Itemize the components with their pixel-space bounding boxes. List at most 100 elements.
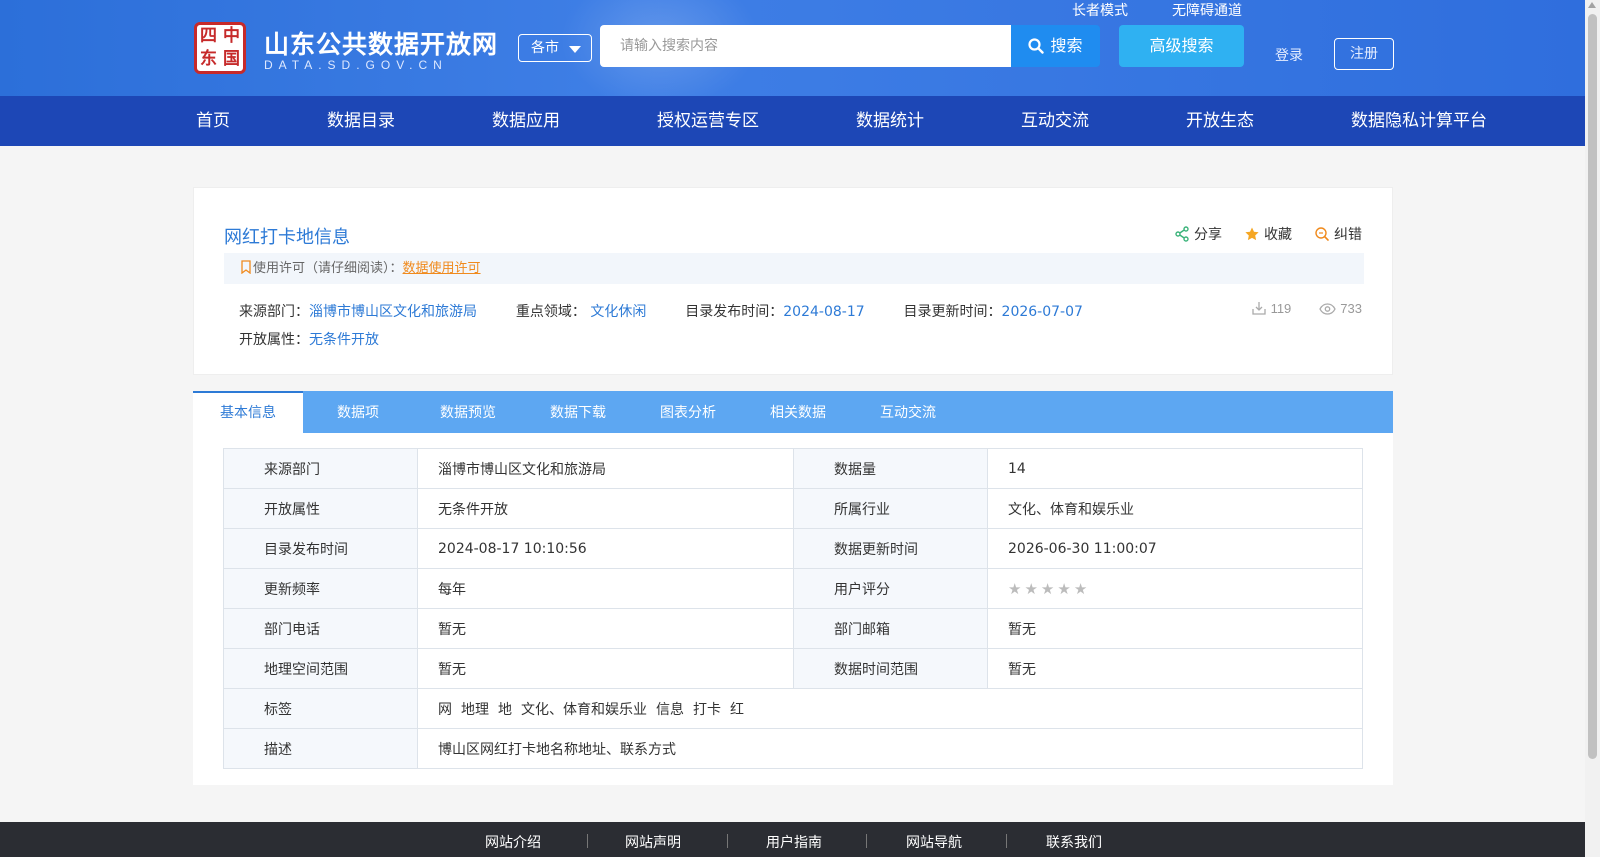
dataset-actions: 分享 收藏 纠错: [1174, 224, 1362, 244]
nav-item-home[interactable]: 首页: [196, 96, 230, 146]
row-value: 淄博市博山区文化和旅游局: [417, 448, 794, 489]
row-key: 用户评分: [793, 568, 988, 609]
nav-item-authorized-ops[interactable]: 授权运营专区: [657, 96, 759, 146]
row-value: 暂无: [987, 648, 1363, 689]
city-select[interactable]: 各市: [518, 34, 592, 62]
footer-link-sitemap[interactable]: 网站导航: [906, 832, 962, 852]
row-key: 所属行业: [793, 488, 988, 529]
source-label: 来源部门：: [239, 304, 309, 320]
scroll-up-icon[interactable]: [1588, 2, 1596, 8]
dataset-summary-card: 网红打卡地信息 分享 收藏 纠错 使用许可（请仔细阅读）：数据使用许可 来源部门…: [193, 187, 1393, 375]
rating-stars[interactable]: ★ ★ ★ ★ ★: [1008, 580, 1087, 598]
download-count-value: 119: [1270, 300, 1292, 316]
favorite-label: 收藏: [1264, 227, 1292, 243]
favorite-button[interactable]: 收藏: [1244, 224, 1292, 244]
chevron-down-icon: [569, 46, 581, 53]
footer-divider: [727, 834, 728, 848]
footer-link-about[interactable]: 网站介绍: [485, 832, 541, 852]
row-value: 暂无: [417, 608, 794, 649]
tab-data-items[interactable]: 数据项: [303, 391, 413, 433]
tag-item[interactable]: 信息: [656, 702, 684, 718]
tab-data-download[interactable]: 数据下载: [523, 391, 633, 433]
license-link[interactable]: 数据使用许可: [403, 261, 481, 276]
accessible-mode-link[interactable]: 无障碍通道: [1172, 0, 1242, 20]
row-value: 14: [987, 448, 1363, 489]
logo-seal-char: 四: [200, 26, 217, 46]
tab-chart-analysis[interactable]: 图表分析: [633, 391, 743, 433]
row-key: 标签: [223, 688, 418, 729]
report-error-button[interactable]: 纠错: [1314, 224, 1362, 244]
tab-related-data[interactable]: 相关数据: [743, 391, 853, 433]
share-icon: [1175, 226, 1189, 242]
star-icon: [1245, 227, 1259, 241]
row-key: 数据更新时间: [793, 528, 988, 569]
description-value: 博山区网红打卡地名称地址、联系方式: [417, 728, 1363, 769]
tag-item[interactable]: 地: [498, 702, 512, 718]
star-icon[interactable]: ★: [1057, 580, 1070, 598]
tab-interaction[interactable]: 互动交流: [853, 391, 963, 433]
detail-tabs: 基本信息 数据项 数据预览 数据下载 图表分析 相关数据 互动交流: [193, 391, 1393, 433]
row-value: 无条件开放: [417, 488, 794, 529]
row-key: 目录发布时间: [223, 528, 418, 569]
row-value: 2026-06-30 11:00:07: [987, 528, 1363, 569]
license-bar: 使用许可（请仔细阅读）：数据使用许可: [224, 253, 1364, 284]
nav-item-interaction[interactable]: 互动交流: [1021, 96, 1089, 146]
dataset-meta-row-2: 开放属性：无条件开放: [239, 329, 379, 349]
logo-seal-icon[interactable]: 四 中 东 国: [194, 22, 246, 74]
tags-cell: 网地理地文化、体育和娱乐业 信息 打卡红: [417, 688, 1363, 729]
star-icon[interactable]: ★: [1074, 580, 1087, 598]
nav-item-catalog[interactable]: 数据目录: [327, 96, 395, 146]
search-input[interactable]: [600, 25, 1011, 67]
elder-mode-link[interactable]: 长者模式: [1072, 0, 1128, 20]
tag-item[interactable]: 网: [438, 702, 452, 718]
share-button[interactable]: 分享: [1174, 224, 1222, 244]
nav-item-statistics[interactable]: 数据统计: [856, 96, 924, 146]
nav-item-ecosystem[interactable]: 开放生态: [1186, 96, 1254, 146]
open-attr-label: 开放属性：: [239, 332, 309, 348]
eye-icon: [1319, 303, 1337, 315]
nav-item-privacy-computing[interactable]: 数据隐私计算平台: [1351, 96, 1487, 146]
row-key: 部门邮箱: [793, 608, 988, 649]
table-row: 部门电话 暂无 部门邮箱 暂无: [223, 608, 1363, 649]
star-icon[interactable]: ★: [1041, 580, 1054, 598]
tag-item[interactable]: 打卡: [693, 702, 721, 718]
table-row: 目录发布时间 2024-08-17 10:10:56 数据更新时间 2026-0…: [223, 528, 1363, 569]
tab-data-preview[interactable]: 数据预览: [413, 391, 523, 433]
row-key: 来源部门: [223, 448, 418, 489]
tag-item[interactable]: 文化、体育和娱乐业: [521, 702, 647, 718]
tab-basic-info[interactable]: 基本信息: [193, 391, 303, 433]
city-select-label: 各市: [531, 40, 559, 56]
footer-link-contact[interactable]: 联系我们: [1046, 832, 1102, 852]
field-label: 重点领域：: [515, 304, 586, 320]
footer-link-guide[interactable]: 用户指南: [766, 832, 822, 852]
table-row: 更新频率 每年 用户评分 ★ ★ ★ ★ ★: [223, 568, 1363, 609]
register-button[interactable]: 注册: [1334, 38, 1394, 70]
footer-divider: [866, 834, 867, 848]
site-title[interactable]: 山东公共数据开放网: [264, 25, 498, 61]
row-key: 更新频率: [223, 568, 418, 609]
logo-seal-char: 国: [223, 49, 240, 69]
main-nav: 首页 数据目录 数据应用 授权运营专区 数据统计 互动交流 开放生态 数据隐私计…: [0, 96, 1585, 146]
star-icon[interactable]: ★: [1008, 580, 1021, 598]
tag-item[interactable]: 红: [730, 702, 744, 718]
page-scrollbar[interactable]: [1585, 0, 1600, 857]
row-value: 暂无: [417, 648, 794, 689]
search-button[interactable]: 搜索: [1011, 25, 1100, 67]
dataset-meta-row-1: 来源部门：淄博市博山区文化和旅游局 重点领域： 文化休闲 目录发布时间：2024…: [239, 301, 1083, 321]
tag-item[interactable]: 地理: [461, 702, 489, 718]
logo-seal-char: 中: [223, 26, 240, 46]
footer-divider: [1006, 834, 1007, 848]
table-row: 地理空间范围 暂无 数据时间范围 暂无: [223, 648, 1363, 689]
search-box: [600, 25, 1011, 67]
scrollbar-thumb[interactable]: [1588, 14, 1597, 759]
field-value[interactable]: 文化休闲: [590, 304, 646, 320]
search-icon: [1028, 38, 1045, 54]
star-icon[interactable]: ★: [1024, 580, 1037, 598]
nav-item-apps[interactable]: 数据应用: [492, 96, 560, 146]
dataset-stats: 119 733: [1251, 300, 1362, 316]
footer-link-statement[interactable]: 网站声明: [625, 832, 681, 852]
login-link[interactable]: 登录: [1275, 45, 1303, 65]
source-value[interactable]: 淄博市博山区文化和旅游局: [309, 304, 477, 320]
table-row: 描述 博山区网红打卡地名称地址、联系方式: [223, 728, 1363, 769]
advanced-search-button[interactable]: 高级搜索: [1119, 25, 1244, 67]
